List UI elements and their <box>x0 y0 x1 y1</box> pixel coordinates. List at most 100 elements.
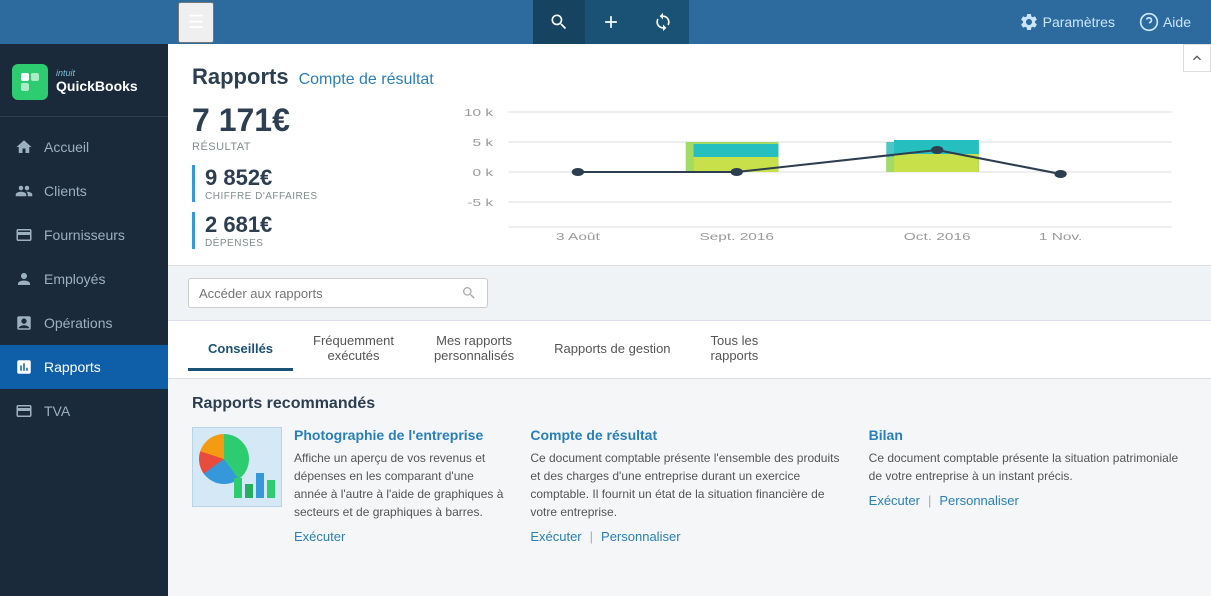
reports-icon <box>14 357 34 377</box>
sidebar-item-clients[interactable]: Clients <box>0 169 168 213</box>
gear-icon <box>1019 12 1039 32</box>
expenses-stat: 2 681€ DÉPENSES <box>192 212 392 249</box>
sync-icon <box>653 12 673 32</box>
sidebar-item-accueil[interactable]: Accueil <box>0 125 168 169</box>
help-button[interactable]: Aide <box>1129 0 1201 44</box>
search-icon <box>461 285 477 301</box>
svg-text:Oct. 2016: Oct. 2016 <box>904 231 971 242</box>
main-layout: intuit QuickBooks Accueil Clients <box>0 44 1211 596</box>
tva-icon <box>14 401 34 421</box>
sidebar: intuit QuickBooks Accueil Clients <box>0 44 168 596</box>
report-cards: Photographie de l'entreprise Affiche un … <box>192 427 1187 544</box>
sync-nav-button[interactable] <box>637 0 689 44</box>
personalize-action-bilan[interactable]: Personnaliser <box>939 493 1019 508</box>
page-title: Rapports <box>192 64 289 90</box>
nav-center-buttons <box>214 0 1008 44</box>
revenue-stat: 9 852€ CHIFFRE D'AFFAIRES <box>192 165 392 202</box>
report-card-compte: Compte de résultat Ce document comptable… <box>530 427 848 544</box>
report-desc-compte: Ce document comptable présente l'ensembl… <box>530 449 848 521</box>
report-thumbnail <box>192 427 282 507</box>
secondary-stats: 9 852€ CHIFFRE D'AFFAIRES 2 681€ DÉPENSE… <box>192 165 392 249</box>
reports-section: Conseillés Fréquemment exécutés Mes rapp… <box>168 266 1211 596</box>
settings-button[interactable]: Paramètres <box>1009 0 1125 44</box>
sidebar-item-tva[interactable]: TVA <box>0 389 168 433</box>
home-icon <box>14 137 34 157</box>
clients-icon <box>14 181 34 201</box>
revenue-value: 9 852€ <box>205 165 392 191</box>
tab-conseilles[interactable]: Conseillés <box>188 329 293 371</box>
page-subtitle: Compte de résultat <box>299 71 434 89</box>
search-bar-area <box>168 266 1211 321</box>
tab-tous-rapports[interactable]: Tous les rapports <box>691 321 779 378</box>
bar-chart: 10 k 5 k 0 k -5 k <box>416 102 1187 242</box>
bar1 <box>234 478 242 498</box>
svg-text:5 k: 5 k <box>473 137 494 149</box>
sidebar-item-rapports[interactable]: Rapports <box>0 345 168 389</box>
help-icon <box>1139 12 1159 32</box>
logo-quickbooks: QuickBooks <box>56 78 138 95</box>
sidebar-logo: intuit QuickBooks <box>0 54 168 117</box>
hamburger-button[interactable]: ☰ <box>178 2 214 43</box>
search-input[interactable] <box>199 286 461 301</box>
settings-label: Paramètres <box>1043 14 1115 30</box>
execute-action-bilan[interactable]: Exécuter <box>869 493 920 508</box>
chart-header: Rapports Compte de résultat <box>192 64 1187 90</box>
section-title: Rapports recommandés <box>192 395 1187 413</box>
chart-svg: 10 k 5 k 0 k -5 k <box>416 102 1187 242</box>
report-card-photographie: Photographie de l'entreprise Affiche un … <box>192 427 510 544</box>
personalize-action-compte[interactable]: Personnaliser <box>601 529 681 544</box>
sidebar-item-operations[interactable]: Opérations <box>0 301 168 345</box>
stats-area: 7 171€ RÉSULTAT 9 852€ CHIFFRE D'AFFAIRE… <box>192 102 392 249</box>
collapse-button[interactable] <box>1183 44 1211 72</box>
sidebar-item-label: Employés <box>44 271 105 287</box>
sidebar-navigation: Accueil Clients Fournisseurs Employés <box>0 117 168 433</box>
svg-text:Sept. 2016: Sept. 2016 <box>699 231 774 242</box>
svg-text:-5 k: -5 k <box>467 197 493 209</box>
chart-section: Rapports Compte de résultat 7 171€ RÉSUL… <box>168 44 1211 266</box>
sidebar-item-label: Clients <box>44 183 87 199</box>
report-content-photographie: Photographie de l'entreprise Affiche un … <box>294 427 510 544</box>
logo-intuit: intuit <box>56 69 138 78</box>
tabs-bar: Conseillés Fréquemment exécutés Mes rapp… <box>168 321 1211 379</box>
sidebar-item-label: Rapports <box>44 359 101 375</box>
bar4 <box>267 480 275 498</box>
divider-compte: | <box>590 529 593 544</box>
search-icon <box>549 12 569 32</box>
employees-icon <box>14 269 34 289</box>
report-actions-compte: Exécuter | Personnaliser <box>530 529 848 544</box>
bar2 <box>245 484 253 498</box>
sidebar-item-fournisseurs[interactable]: Fournisseurs <box>0 213 168 257</box>
revenue-label: CHIFFRE D'AFFAIRES <box>205 191 392 202</box>
chevron-up-icon <box>1189 50 1205 66</box>
tab-rapports-gestion[interactable]: Rapports de gestion <box>534 329 690 371</box>
bar-chart-icon <box>234 468 275 498</box>
tab-frequemment[interactable]: Fréquemment exécutés <box>293 321 414 378</box>
divider-bilan: | <box>928 493 931 508</box>
add-nav-button[interactable] <box>585 0 637 44</box>
help-label: Aide <box>1163 14 1191 30</box>
expenses-value: 2 681€ <box>205 212 392 238</box>
execute-action-photographie[interactable]: Exécuter <box>294 529 345 544</box>
sidebar-item-employes[interactable]: Employés <box>0 257 168 301</box>
expenses-label: DÉPENSES <box>205 238 392 249</box>
report-desc-bilan: Ce document comptable présente la situat… <box>869 449 1187 485</box>
operations-icon <box>14 313 34 333</box>
top-navigation: ☰ Paramètres Aide <box>0 0 1211 44</box>
svg-text:0 k: 0 k <box>473 167 494 179</box>
chart-row: 7 171€ RÉSULTAT 9 852€ CHIFFRE D'AFFAIRE… <box>192 102 1187 249</box>
report-title-photographie[interactable]: Photographie de l'entreprise <box>294 427 510 443</box>
report-title-bilan[interactable]: Bilan <box>869 427 1187 443</box>
search-box <box>188 278 488 308</box>
execute-action-compte[interactable]: Exécuter <box>530 529 581 544</box>
report-actions-photographie: Exécuter <box>294 529 510 544</box>
tab-mes-rapports[interactable]: Mes rapports personnalisés <box>414 321 534 378</box>
recommended-section: Rapports recommandés <box>168 379 1211 560</box>
logo-text-area: intuit QuickBooks <box>56 69 138 95</box>
report-title-compte[interactable]: Compte de résultat <box>530 427 848 443</box>
report-card-bilan: Bilan Ce document comptable présente la … <box>869 427 1187 544</box>
plus-icon <box>601 12 621 32</box>
suppliers-icon <box>14 225 34 245</box>
sidebar-item-label: Opérations <box>44 315 112 331</box>
svg-text:1 Nov.: 1 Nov. <box>1039 231 1082 242</box>
search-nav-button[interactable] <box>533 0 585 44</box>
